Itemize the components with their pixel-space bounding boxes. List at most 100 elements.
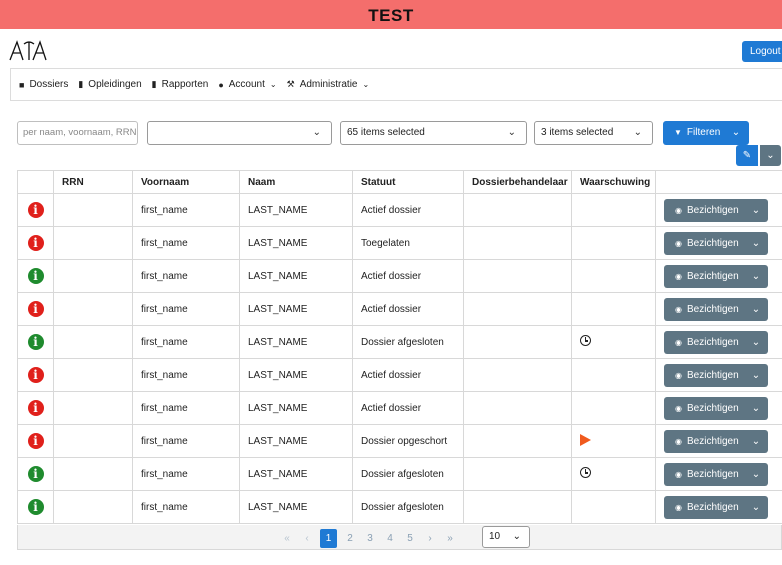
column-header-voornaam[interactable]: Voornaam — [132, 170, 240, 194]
naam-cell: LAST_NAME — [239, 193, 353, 227]
info-icon[interactable]: i — [27, 400, 44, 416]
status-cell: i — [17, 292, 54, 326]
filter-select-3[interactable]: 3 items selected ⌄ — [534, 121, 653, 145]
bezichtigen-button[interactable]: ◉ Bezichtigen ⌄ — [664, 462, 768, 486]
info-icon[interactable]: i — [27, 235, 44, 251]
bezichtigen-button[interactable]: ◉ Bezichtigen ⌄ — [664, 396, 768, 420]
column-header-dossierbehandelaar[interactable]: Dossierbehandelaar — [463, 170, 572, 194]
bezichtigen-button[interactable]: ◉ Bezichtigen ⌄ — [664, 363, 768, 387]
table-row[interactable]: i first_name LAST_NAME Actief dossier ◉ Bezic… — [17, 391, 782, 425]
next-page-button[interactable]: › — [420, 529, 440, 548]
status-cell: i — [17, 391, 54, 425]
chevron-down-icon[interactable]: ⌄ — [744, 205, 768, 216]
apa-logo-icon[interactable] — [8, 38, 48, 62]
column-header-rrn[interactable]: RRN — [53, 170, 133, 194]
bezichtigen-label: Bezichtigen — [686, 303, 739, 315]
column-header-naam[interactable]: Naam — [239, 170, 353, 194]
statuut-cell: Dossier afgesloten — [352, 490, 464, 524]
chevron-down-icon[interactable]: ⌄ — [744, 337, 768, 348]
voornaam-cell: first_name — [132, 259, 240, 293]
waarschuwing-cell — [571, 358, 656, 392]
chevron-down-icon[interactable]: ⌄ — [744, 370, 768, 381]
table-row[interactable]: i first_name LAST_NAME Dossier afgesloten ◉ B… — [17, 325, 782, 359]
dossierbehandelaar-cell — [463, 358, 572, 392]
voornaam-cell: first_name — [132, 292, 240, 326]
search-input[interactable]: per naam, voornaam, RRN — [17, 121, 138, 145]
eye-icon: ◉ — [675, 502, 682, 512]
table-row[interactable]: i first_name LAST_NAME Actief dossier ◉ Bezic… — [17, 259, 782, 293]
chevron-down-icon: ⌄ — [269, 80, 277, 89]
more-options-button[interactable]: ⌄ — [760, 145, 781, 166]
eraser-button[interactable]: ✎ — [736, 145, 758, 166]
page-button-1[interactable]: 1 — [320, 529, 337, 548]
filter-select-1[interactable]: ⌄ — [147, 121, 332, 145]
bezichtigen-button[interactable]: ◉ Bezichtigen ⌄ — [664, 231, 768, 255]
chevron-down-icon[interactable]: ⌄ — [744, 436, 768, 447]
nav-item-rapporten[interactable]: ▮ Rapporten — [152, 79, 209, 90]
info-icon[interactable]: i — [27, 202, 44, 218]
page-button-3[interactable]: 3 — [360, 529, 380, 548]
chevron-down-icon[interactable]: ⌄ — [744, 238, 768, 249]
eye-icon: ◉ — [675, 403, 682, 413]
nav-item-administratie[interactable]: ⚒ Administratie ⌄ — [287, 79, 370, 90]
nav-item-label: Account — [228, 79, 265, 90]
filter-select-2[interactable]: 65 items selected ⌄ — [340, 121, 527, 145]
filter-button[interactable]: ▼ Filteren ⌄ — [663, 121, 749, 145]
document-icon: ▮ — [151, 79, 157, 89]
dossierbehandelaar-cell — [463, 193, 572, 227]
filter-button-label: Filteren — [686, 127, 721, 138]
column-header-waarschuwing[interactable]: Waarschuwing — [571, 170, 656, 194]
chevron-down-icon: ⌄ — [362, 80, 370, 89]
chevron-down-icon[interactable]: ⌄ — [744, 304, 768, 315]
nav-item-opleidingen[interactable]: ▮ Opleidingen — [78, 79, 141, 90]
bezichtigen-button[interactable]: ◉ Bezichtigen ⌄ — [664, 297, 768, 321]
info-icon[interactable]: i — [27, 367, 44, 383]
table-row[interactable]: i first_name LAST_NAME Actief dossier ◉ Bezic… — [17, 193, 782, 227]
bezichtigen-button[interactable]: ◉ Bezichtigen ⌄ — [664, 330, 768, 354]
info-icon[interactable]: i — [27, 433, 44, 449]
info-icon[interactable]: i — [27, 499, 44, 515]
table-row[interactable]: i first_name LAST_NAME Toegelaten ◉ Bezichtig… — [17, 226, 782, 260]
prev-page-button[interactable]: ‹ — [297, 529, 317, 548]
eye-icon: ◉ — [675, 337, 682, 347]
table-row[interactable]: i first_name LAST_NAME Actief dossier ◉ Bezic… — [17, 292, 782, 326]
chevron-down-icon[interactable]: ⌄ — [723, 121, 749, 145]
eye-icon: ◉ — [675, 436, 682, 446]
nav-item-account[interactable]: ● Account ⌄ — [218, 79, 276, 90]
chevron-down-icon[interactable]: ⌄ — [744, 502, 768, 513]
table-row[interactable]: i first_name LAST_NAME Dossier afgesloten ◉ B… — [17, 490, 782, 524]
rrn-cell — [53, 292, 133, 326]
table-row[interactable]: i first_name LAST_NAME Dossier afgesloten ◉ B… — [17, 457, 782, 491]
chevron-down-icon[interactable]: ⌄ — [744, 403, 768, 414]
chevron-down-icon[interactable]: ⌄ — [744, 271, 768, 282]
page-size-select[interactable]: 10 ⌄ — [482, 526, 530, 548]
warning-flag-icon — [580, 433, 591, 446]
column-header-statuut[interactable]: Statuut — [352, 170, 464, 194]
table-row[interactable]: i first_name LAST_NAME Dossier opgeschort ◉ B… — [17, 424, 782, 458]
info-icon[interactable]: i — [27, 466, 44, 482]
actions-cell: ◉ Bezichtigen ⌄ — [655, 193, 782, 227]
bezichtigen-button[interactable]: ◉ Bezichtigen ⌄ — [664, 264, 768, 288]
voornaam-cell: first_name — [132, 193, 240, 227]
page-button-5[interactable]: 5 — [400, 529, 420, 548]
page-button-2[interactable]: 2 — [340, 529, 360, 548]
bezichtigen-button[interactable]: ◉ Bezichtigen ⌄ — [664, 429, 768, 453]
nav-item-dossiers[interactable]: ■ Dossiers — [19, 79, 68, 90]
info-icon[interactable]: i — [27, 268, 44, 284]
table-row[interactable]: i first_name LAST_NAME Actief dossier ◉ Bezic… — [17, 358, 782, 392]
chevron-down-icon[interactable]: ⌄ — [744, 469, 768, 480]
bezichtigen-button[interactable]: ◉ Bezichtigen ⌄ — [664, 495, 768, 519]
bezichtigen-button[interactable]: ◉ Bezichtigen ⌄ — [664, 198, 768, 222]
rrn-cell — [53, 193, 133, 227]
info-icon[interactable]: i — [27, 301, 44, 317]
first-page-button[interactable]: « — [277, 529, 297, 548]
status-cell: i — [17, 325, 54, 359]
statuut-cell: Dossier opgeschort — [352, 424, 464, 458]
dossierbehandelaar-cell — [463, 490, 572, 524]
last-page-button[interactable]: » — [440, 529, 460, 548]
voornaam-cell: first_name — [132, 358, 240, 392]
actions-cell: ◉ Bezichtigen ⌄ — [655, 391, 782, 425]
logout-button[interactable]: Logout — [742, 41, 782, 62]
page-button-4[interactable]: 4 — [380, 529, 400, 548]
info-icon[interactable]: i — [27, 334, 44, 350]
